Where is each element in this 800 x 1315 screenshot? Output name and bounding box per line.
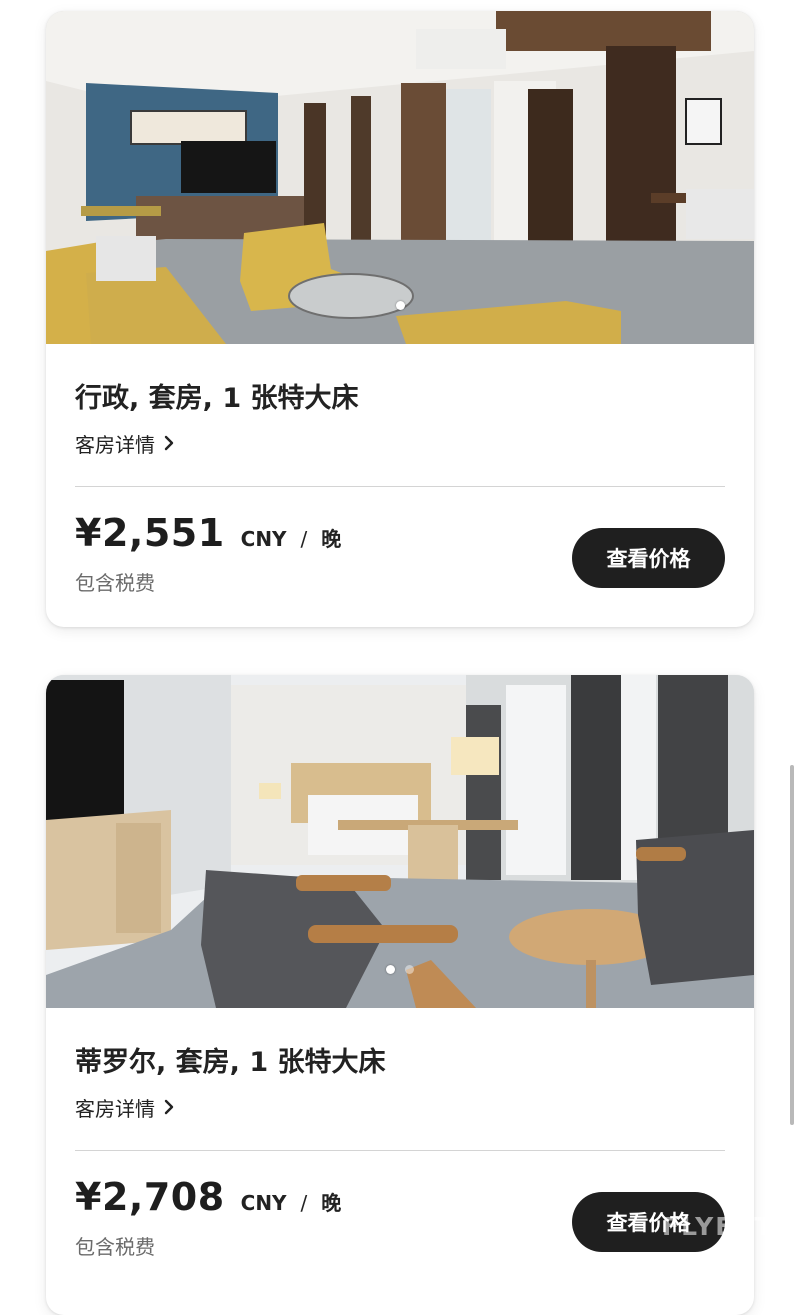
price-row: ¥2,708 CNY / 晚 bbox=[75, 1175, 341, 1219]
room-card-executive-suite[interactable]: 行政, 套房, 1 张特大床 客房详情 ¥2,551 CNY / 晚 包含税费 … bbox=[46, 11, 754, 627]
view-price-button[interactable]: 查看价格 bbox=[572, 528, 725, 588]
divider bbox=[75, 1150, 725, 1151]
carousel-indicator bbox=[46, 959, 754, 978]
carousel-dot[interactable] bbox=[405, 965, 414, 974]
room-details-link[interactable]: 客房详情 bbox=[75, 1093, 175, 1122]
room-details-label: 客房详情 bbox=[75, 1097, 155, 1121]
room-photo-carousel[interactable] bbox=[46, 11, 754, 344]
tax-note: 包含税费 bbox=[75, 571, 155, 595]
room-card-tyrol-suite[interactable]: 蒂罗尔, 套房, 1 张特大床 客房详情 ¥2,708 CNY / 晚 包含税费… bbox=[46, 675, 754, 1315]
room-title: 行政, 套房, 1 张特大床 bbox=[75, 383, 359, 414]
room-details-label: 客房详情 bbox=[75, 433, 155, 457]
watermark-logo: FLYERT bbox=[662, 1212, 774, 1241]
room-title: 蒂罗尔, 套房, 1 张特大床 bbox=[75, 1047, 386, 1078]
tax-note: 包含税费 bbox=[75, 1235, 155, 1259]
carousel-indicator bbox=[46, 295, 754, 314]
price-row: ¥2,551 CNY / 晚 bbox=[75, 511, 341, 555]
price-currency: CNY bbox=[240, 1191, 287, 1215]
scrollbar[interactable] bbox=[790, 765, 794, 1125]
room-details-link[interactable]: 客房详情 bbox=[75, 429, 175, 458]
price-per-night: 晚 bbox=[321, 527, 342, 551]
chevron-right-icon bbox=[163, 432, 175, 456]
room-photo-carousel[interactable] bbox=[46, 675, 754, 1008]
price-separator: / bbox=[300, 1191, 308, 1215]
divider bbox=[75, 486, 725, 487]
price-separator: / bbox=[300, 527, 308, 551]
carousel-dot-active[interactable] bbox=[386, 965, 395, 974]
chevron-right-icon bbox=[163, 1096, 175, 1120]
price-amount: ¥2,551 bbox=[75, 511, 225, 555]
carousel-dot-active[interactable] bbox=[395, 301, 405, 310]
price-per-night: 晚 bbox=[321, 1191, 342, 1215]
price-currency: CNY bbox=[240, 527, 287, 551]
price-amount: ¥2,708 bbox=[75, 1175, 225, 1219]
